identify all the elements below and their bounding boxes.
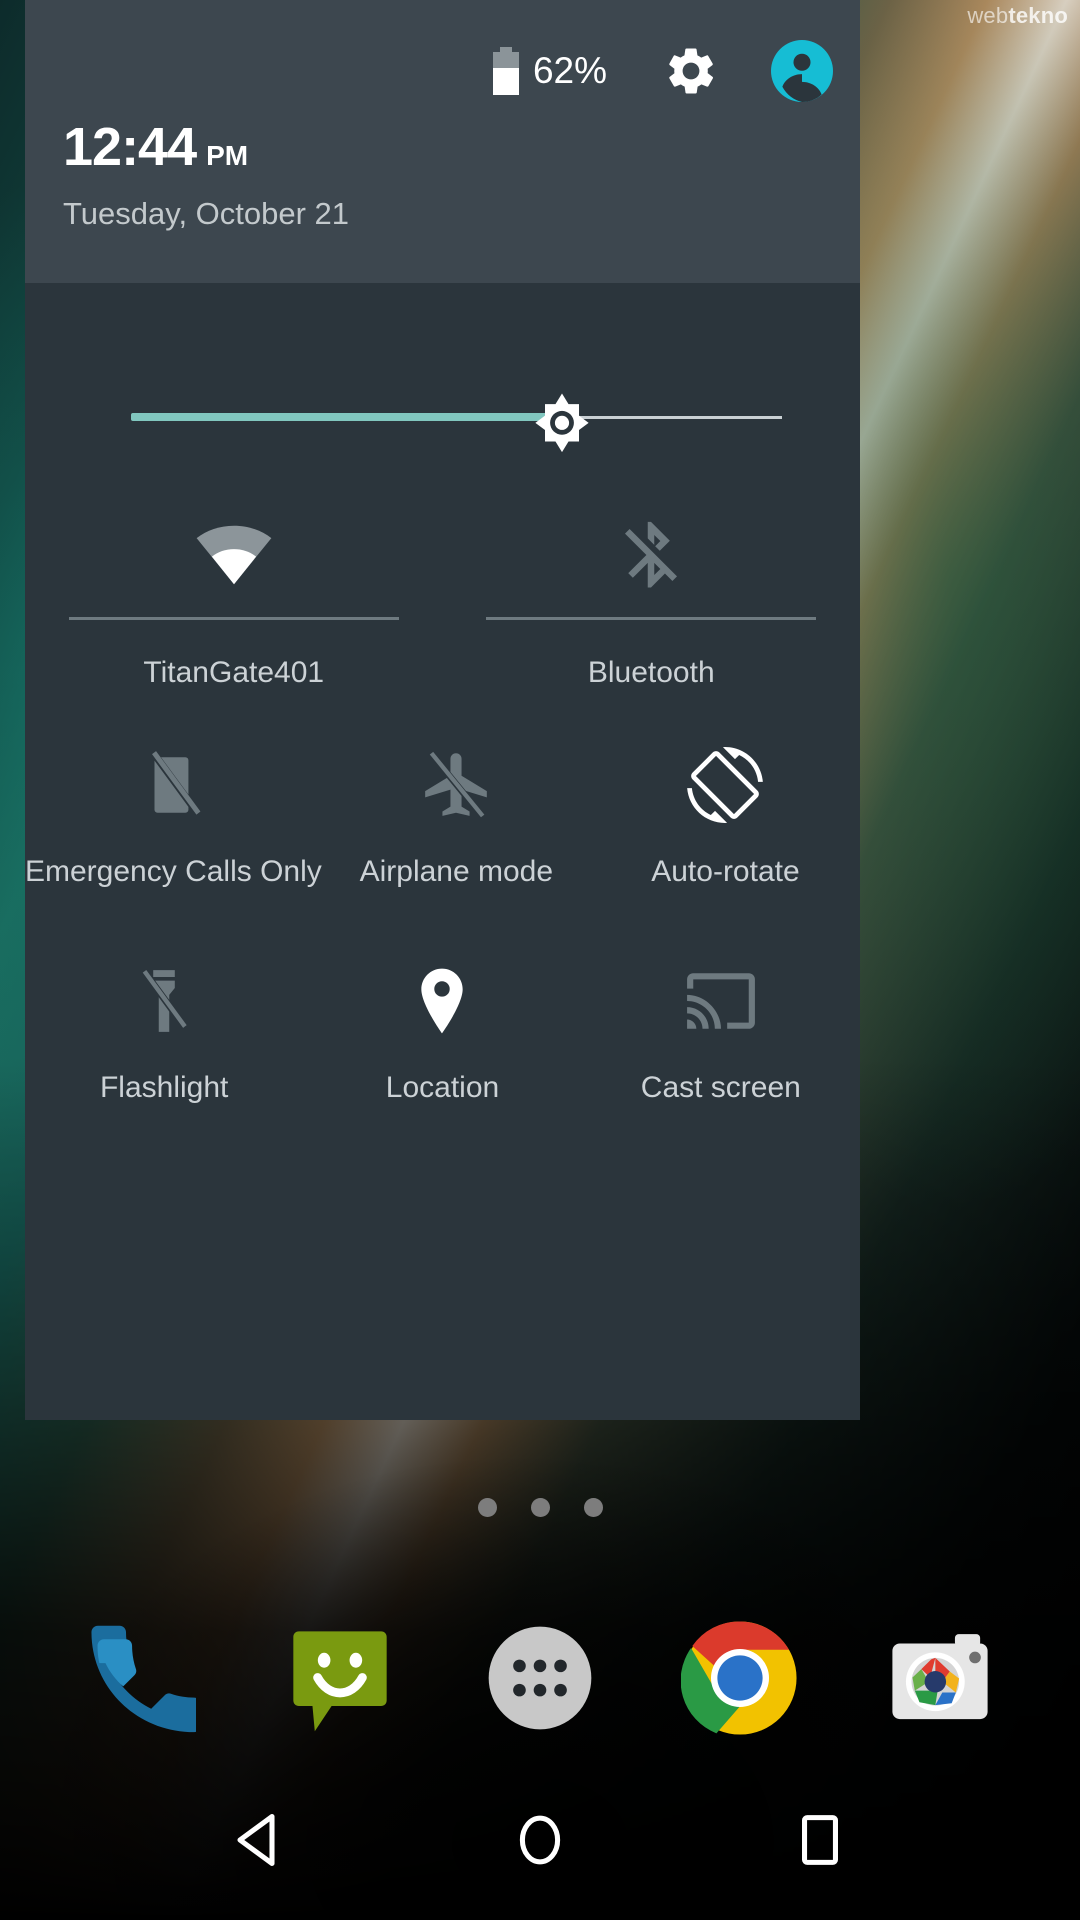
tile-label-cast: Cast screen xyxy=(641,1071,801,1105)
tile-label-cellular: Emergency Calls Only xyxy=(25,855,322,889)
tile-location[interactable]: Location xyxy=(303,959,581,1105)
page-dot[interactable] xyxy=(584,1498,603,1517)
bluetooth-disabled-icon xyxy=(612,513,690,597)
airplane-off-icon xyxy=(419,743,493,827)
clock-block[interactable]: 12:44 PM Tuesday, October 21 xyxy=(63,120,349,232)
recents-square-icon[interactable] xyxy=(780,1800,860,1880)
tile-label-airplane: Airplane mode xyxy=(360,855,553,889)
brightness-sun-icon[interactable] xyxy=(528,386,596,454)
tile-bluetooth[interactable]: Bluetooth xyxy=(443,513,861,690)
screen-rotation-icon xyxy=(687,743,763,827)
dock-item-phone[interactable] xyxy=(78,1618,203,1743)
navigation-bar xyxy=(0,1760,1080,1920)
page-dot[interactable] xyxy=(478,1498,497,1517)
tile-row-connectivity: TitanGate401 Bluetooth xyxy=(25,513,860,690)
camera-icon xyxy=(884,1622,996,1739)
gear-icon[interactable] xyxy=(663,43,719,99)
tile-divider xyxy=(486,617,816,620)
battery-status: 62% xyxy=(493,47,607,95)
dock-item-camera[interactable] xyxy=(878,1618,1003,1743)
location-pin-icon xyxy=(405,959,479,1043)
tile-label-wifi: TitanGate401 xyxy=(143,656,324,690)
tile-row-three: Flashlight Location Cast screen xyxy=(25,959,860,1105)
tile-label-flashlight: Flashlight xyxy=(100,1071,228,1105)
clock-line: 12:44 PM xyxy=(63,120,349,174)
site-watermark: webtekno xyxy=(967,3,1068,29)
home-circle-icon[interactable] xyxy=(500,1800,580,1880)
tile-wifi[interactable]: TitanGate401 xyxy=(25,513,443,690)
cast-screen-icon xyxy=(684,959,758,1043)
home-dock xyxy=(0,1600,1080,1760)
tile-label-location: Location xyxy=(386,1071,499,1105)
tile-cellular[interactable]: Emergency Calls Only xyxy=(25,743,322,889)
tile-label-bluetooth: Bluetooth xyxy=(588,656,715,690)
tile-label-auto-rotate: Auto-rotate xyxy=(651,855,799,889)
back-triangle-icon[interactable] xyxy=(220,1800,300,1880)
wifi-icon xyxy=(195,513,273,597)
page-dot[interactable] xyxy=(531,1498,550,1517)
clock-time: 12:44 xyxy=(63,120,196,174)
phone-icon xyxy=(84,1622,196,1739)
quick-settings-panel: 62% 12:44 PM Tuesday, October 21 xyxy=(25,0,860,1420)
brightness-fill xyxy=(131,413,566,421)
tile-auto-rotate[interactable]: Auto-rotate xyxy=(591,743,860,889)
watermark-prefix: web xyxy=(967,3,1008,28)
clock-ampm: PM xyxy=(206,140,248,172)
quick-settings-header: 62% 12:44 PM Tuesday, October 21 xyxy=(25,0,860,283)
battery-icon xyxy=(493,47,519,95)
dock-item-messaging[interactable] xyxy=(278,1618,403,1743)
quick-settings-body: TitanGate401 Bluetooth xyxy=(25,283,860,1420)
signal-off-icon xyxy=(136,743,210,827)
status-row: 62% xyxy=(493,40,833,102)
flashlight-off-icon xyxy=(127,959,201,1043)
tile-flashlight[interactable]: Flashlight xyxy=(25,959,303,1105)
dock-item-app-drawer[interactable] xyxy=(478,1618,603,1743)
clock-date: Tuesday, October 21 xyxy=(63,196,349,232)
tile-airplane-mode[interactable]: Airplane mode xyxy=(322,743,591,889)
account-circle-icon[interactable] xyxy=(771,40,833,102)
app-drawer-icon xyxy=(484,1622,596,1739)
tile-divider xyxy=(69,617,399,620)
tile-cast-screen[interactable]: Cast screen xyxy=(582,959,860,1105)
brightness-slider[interactable] xyxy=(105,388,782,448)
tile-row-two: Emergency Calls Only Airplane mode xyxy=(25,743,860,889)
battery-percent-label: 62% xyxy=(533,50,607,92)
home-page-indicator xyxy=(0,1498,1080,1517)
messaging-smiley-icon xyxy=(284,1622,396,1739)
chrome-icon xyxy=(681,1619,799,1742)
dock-item-chrome[interactable] xyxy=(678,1618,803,1743)
watermark-suffix: tekno xyxy=(1008,3,1068,28)
